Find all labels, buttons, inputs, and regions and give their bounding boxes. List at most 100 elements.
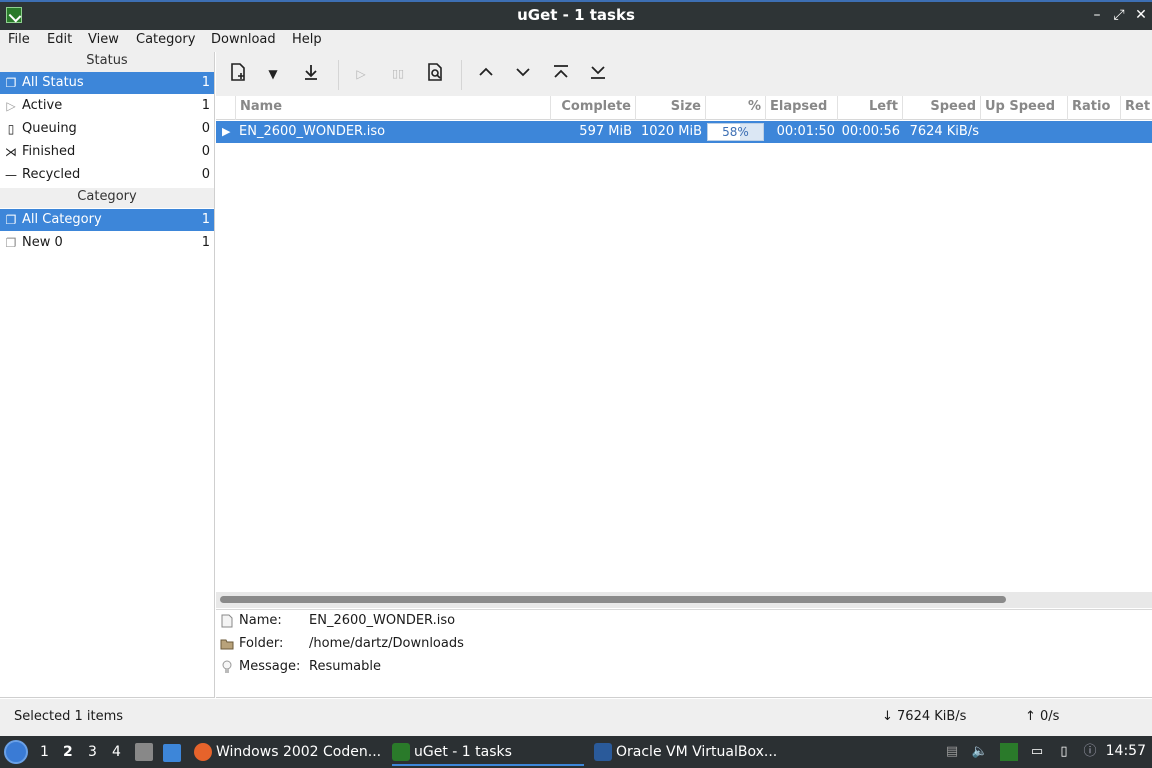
stack-icon: ❐ [5, 213, 17, 227]
detail-name-label: Name: [239, 613, 282, 628]
status-queuing[interactable]: ▯ Queuing 0 [0, 118, 214, 140]
table-header: Name Complete Size % Elapsed Left Speed … [216, 96, 1152, 120]
properties-icon[interactable] [423, 62, 447, 86]
detail-name-row: Name: EN_2600_WONDER.iso [216, 610, 816, 632]
task-label: uGet - 1 tasks [414, 744, 512, 760]
category-count: 1 [201, 235, 210, 250]
column-percent[interactable]: % [706, 96, 766, 120]
left-panel: Status ❐ All Status 1 ▷ Active 1 ▯ Queui… [0, 52, 215, 698]
menu-edit[interactable]: Edit [47, 32, 72, 47]
column-up-speed[interactable]: Up Speed [981, 96, 1068, 120]
scrollbar-thumb[interactable] [220, 596, 1006, 603]
toolbar-separator [461, 60, 462, 90]
progress-bar: 58% [707, 123, 764, 141]
clock: 14:57 [1105, 743, 1146, 759]
column-left[interactable]: Left [838, 96, 903, 120]
column-complete[interactable]: Complete [551, 96, 636, 120]
start-menu-icon[interactable] [4, 740, 28, 764]
file-manager-icon[interactable] [135, 743, 153, 761]
workspace-1[interactable]: 1 [40, 744, 49, 760]
status-label: All Status [22, 75, 84, 90]
new-download-icon[interactable] [226, 62, 250, 86]
menu-category[interactable]: Category [136, 32, 195, 47]
column-name[interactable]: Name [236, 96, 551, 120]
status-count: 0 [201, 121, 210, 136]
column-expander [216, 96, 236, 120]
column-ratio[interactable]: Ratio [1068, 96, 1121, 120]
detail-message-value: Resumable [309, 659, 381, 674]
status-finished[interactable]: ⋊ Finished 0 [0, 141, 214, 163]
menu-download[interactable]: Download [211, 32, 276, 47]
column-retry[interactable]: Ret [1121, 96, 1152, 120]
status-count: 0 [201, 144, 210, 159]
desktop-icon[interactable] [163, 744, 181, 762]
pause-icon[interactable]: ▯▯ [386, 62, 410, 86]
status-label: Queuing [22, 121, 77, 136]
category-label: All Category [22, 212, 102, 227]
display-icon[interactable]: ▭ [1028, 743, 1046, 761]
detail-folder-label: Folder: [239, 636, 284, 651]
play-icon: ▷ [6, 99, 16, 113]
workspace-2[interactable]: 2 [63, 744, 73, 760]
status-count: 1 [201, 75, 210, 90]
cell-complete: 597 MiB [579, 124, 632, 139]
maximize-button[interactable]: ⤢ [1110, 6, 1128, 24]
detail-name-value: EN_2600_WONDER.iso [309, 613, 456, 628]
menu-view[interactable]: View [88, 32, 119, 47]
cell-left: 00:00:56 [841, 124, 900, 139]
task-virtualbox[interactable]: Oracle VM VirtualBox... [594, 738, 784, 766]
table-row[interactable]: ▶ EN_2600_WONDER.iso 597 MiB 1020 MiB 58… [216, 121, 1152, 143]
status-recycled[interactable]: — Recycled 0 [0, 164, 214, 186]
notification-icon[interactable]: ⓘ [1081, 743, 1099, 761]
download-speed: ↓ 7624 KiB/s [882, 709, 967, 724]
cell-size: 1020 MiB [641, 124, 702, 139]
status-active[interactable]: ▷ Active 1 [0, 95, 214, 117]
horizontal-scrollbar[interactable] [216, 592, 1152, 608]
notes-icon[interactable]: ▯ [1055, 743, 1073, 761]
task-uget[interactable]: uGet - 1 tasks [392, 738, 584, 766]
column-speed[interactable]: Speed [903, 96, 981, 120]
volume-icon[interactable]: 🔈 [971, 743, 989, 761]
category-new-0[interactable]: ❐ New 0 1 [0, 232, 214, 254]
taskbar: 1 2 3 4 Windows 2002 Coden... uGet - 1 t… [0, 736, 1152, 768]
page-icon: ▯ [7, 122, 15, 136]
move-up-icon[interactable] [474, 62, 498, 86]
folder-icon [220, 639, 234, 650]
move-bottom-icon[interactable] [586, 62, 610, 86]
firefox-icon [194, 743, 212, 761]
cell-elapsed: 00:01:50 [776, 124, 835, 139]
status-all[interactable]: ❐ All Status 1 [0, 72, 214, 94]
toolbar: ▼ ▷ ▯▯ [216, 52, 1152, 96]
menu-help[interactable]: Help [292, 32, 322, 47]
detail-message-label: Message: [239, 659, 301, 674]
status-label: Recycled [22, 167, 81, 182]
status-label: Active [22, 98, 63, 113]
category-header: Category [0, 188, 214, 208]
minimize-button[interactable]: – [1088, 6, 1106, 24]
status-label: Finished [22, 144, 76, 159]
column-elapsed[interactable]: Elapsed [766, 96, 838, 120]
expander-icon[interactable]: ▶ [222, 121, 230, 143]
move-down-icon[interactable] [511, 62, 535, 86]
progress-text: 58% [722, 125, 749, 139]
menubar: File Edit View Category Download Help [0, 30, 1152, 52]
category-all[interactable]: ❐ All Category 1 [0, 209, 214, 231]
dropdown-arrow-icon[interactable]: ▼ [261, 62, 285, 86]
uget-icon [392, 743, 410, 761]
download-table: Name Complete Size % Elapsed Left Speed … [216, 96, 1152, 596]
menu-file[interactable]: File [8, 32, 30, 47]
window-titlebar: uGet - 1 tasks – ⤢ ✕ [0, 0, 1152, 30]
close-button[interactable]: ✕ [1132, 6, 1150, 24]
uget-tray-icon[interactable] [1000, 743, 1018, 761]
clipboard-icon[interactable]: ▤ [943, 743, 961, 761]
details-panel: Name: EN_2600_WONDER.iso Folder: /home/d… [216, 609, 1152, 698]
column-size[interactable]: Size [636, 96, 706, 120]
task-windows-2002[interactable]: Windows 2002 Coden... [194, 738, 382, 766]
move-top-icon[interactable] [549, 62, 573, 86]
start-icon[interactable]: ▷ [349, 62, 373, 86]
workspace-3[interactable]: 3 [88, 744, 97, 760]
detail-folder-value: /home/dartz/Downloads [309, 636, 464, 651]
workspace-4[interactable]: 4 [112, 744, 121, 760]
download-icon[interactable] [299, 62, 323, 86]
selection-status: Selected 1 items [14, 709, 124, 724]
